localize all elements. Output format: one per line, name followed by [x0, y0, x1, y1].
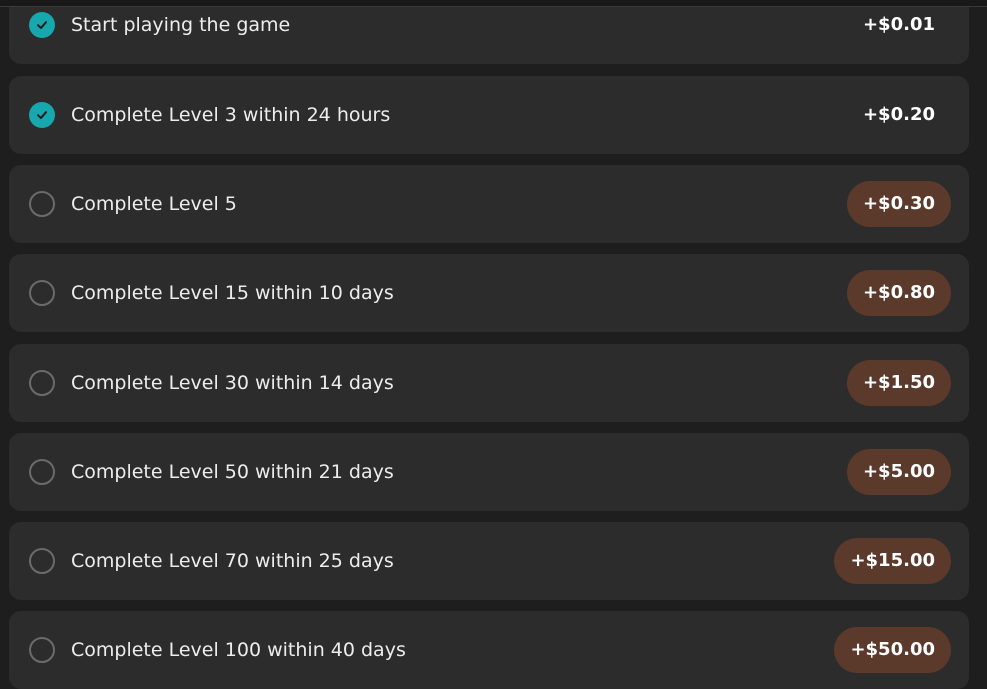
task-label: Start playing the game [71, 14, 291, 36]
task-row[interactable]: Complete Level 100 within 40 days +$50.0… [9, 611, 969, 689]
empty-circle-icon[interactable] [29, 548, 55, 574]
top-divider [0, 0, 987, 7]
empty-circle-icon[interactable] [29, 637, 55, 663]
reward-pill[interactable]: +$1.50 [846, 360, 951, 406]
empty-circle-icon[interactable] [29, 280, 55, 306]
empty-circle-icon[interactable] [29, 191, 55, 217]
reward-pill[interactable]: +$5.00 [846, 449, 951, 495]
reward-amount: +$0.20 [862, 104, 935, 125]
check-circle-icon [29, 102, 55, 128]
empty-circle-icon[interactable] [29, 370, 55, 396]
task-row[interactable]: Complete Level 3 within 24 hours +$0.20 [9, 76, 969, 154]
reward-pill[interactable]: +$0.80 [846, 270, 951, 316]
task-label: Complete Level 5 [71, 193, 237, 215]
task-label: Complete Level 30 within 14 days [71, 372, 394, 394]
reward-amount: +$0.01 [862, 14, 935, 35]
task-row[interactable]: Start playing the game +$0.01 [9, 0, 969, 64]
task-label: Complete Level 15 within 10 days [71, 282, 394, 304]
task-row[interactable]: Complete Level 15 within 10 days +$0.80 [9, 254, 969, 332]
reward-pill[interactable]: +$50.00 [834, 627, 951, 673]
task-row[interactable]: Complete Level 30 within 14 days +$1.50 [9, 344, 969, 422]
check-circle-icon [29, 12, 55, 38]
empty-circle-icon[interactable] [29, 459, 55, 485]
task-row[interactable]: Complete Level 50 within 21 days +$5.00 [9, 433, 969, 511]
task-label: Complete Level 100 within 40 days [71, 639, 406, 661]
task-row[interactable]: Complete Level 70 within 25 days +$15.00 [9, 522, 969, 600]
task-label: Complete Level 70 within 25 days [71, 550, 394, 572]
task-row[interactable]: Complete Level 5 +$0.30 [9, 165, 969, 243]
reward-pill[interactable]: +$0.30 [846, 181, 951, 227]
task-list: Start playing the game +$0.01 Complete L… [0, 0, 987, 689]
task-label: Complete Level 3 within 24 hours [71, 104, 391, 126]
task-label: Complete Level 50 within 21 days [71, 461, 394, 483]
reward-pill[interactable]: +$15.00 [834, 538, 951, 584]
